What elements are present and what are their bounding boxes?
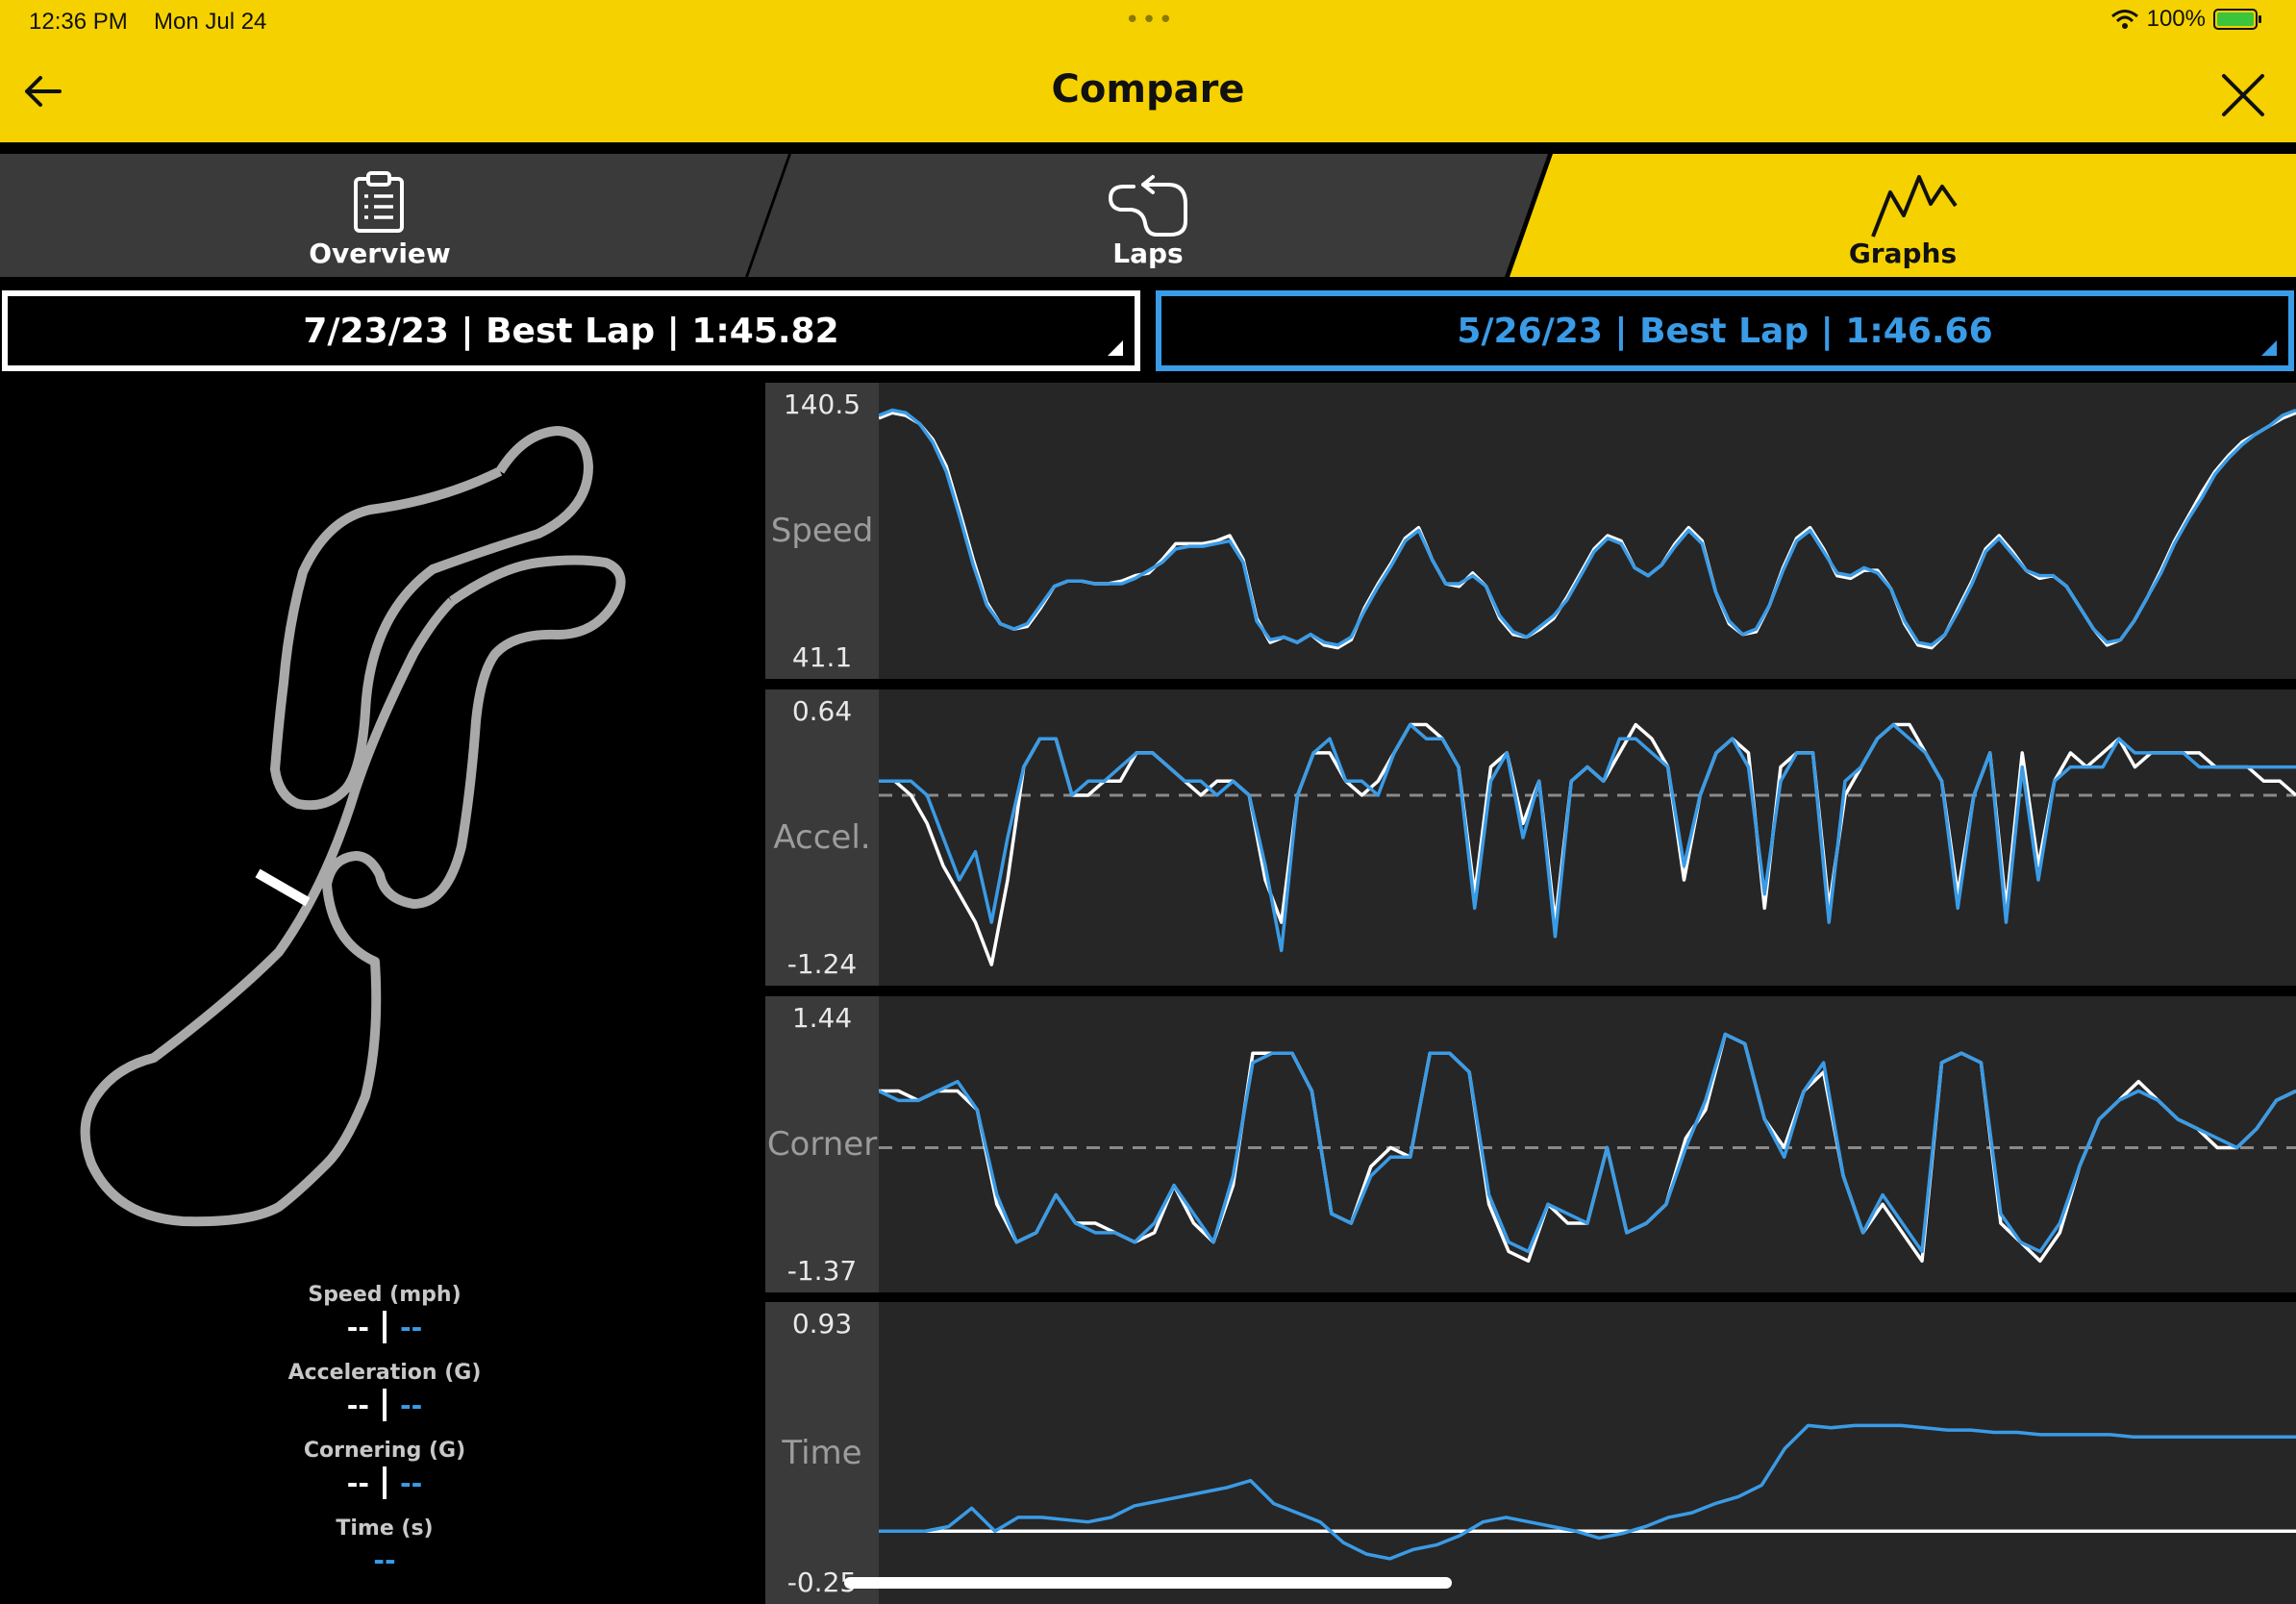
readout-speed: Speed (mph) -- -- — [154, 1283, 615, 1343]
lap-a-value: -- — [346, 1466, 369, 1499]
axis-name: Accel. — [773, 818, 871, 857]
axis-max-label: 0.64 — [791, 695, 853, 727]
axis-min-label: -1.37 — [786, 1255, 858, 1287]
lap-a-selector[interactable]: 7/23/23 | Best Lap | 1:45.82 — [2, 290, 1140, 371]
value-divider — [383, 1311, 387, 1343]
readout-acceleration: Acceleration (G) -- -- — [154, 1361, 615, 1421]
lap-b-series-line — [879, 1032, 2296, 1254]
tab-label: Graphs — [1848, 238, 1958, 269]
acceleration-graph-panel[interactable]: 0.64 Accel. -1.24 — [765, 689, 2296, 986]
app-header: 12:36 PM Mon Jul 24 ••• 100% Compare — [0, 0, 2296, 142]
lap-b-series-line — [879, 1423, 2296, 1561]
lap-loop-icon — [1108, 175, 1187, 237]
status-indicators: 100% — [2110, 6, 2261, 33]
axis-name: Speed — [770, 512, 874, 550]
readout-time: Time (s) -- — [154, 1516, 615, 1576]
tab-label: Overview — [309, 238, 451, 269]
y-axis: 0.93 Time -0.25 — [765, 1302, 879, 1604]
clipboard-icon — [354, 171, 404, 233]
page-title: Compare — [1051, 67, 1245, 112]
battery-icon — [2213, 9, 2261, 30]
lap-a-series-line — [879, 722, 2296, 966]
graph-zigzag-icon — [1871, 175, 1958, 238]
speed-plot[interactable] — [879, 383, 2296, 679]
lap-b-series-line — [879, 722, 2296, 953]
readout-cornering: Cornering (G) -- -- — [154, 1439, 615, 1499]
cursor-readouts: Speed (mph) -- -- Acceleration (G) -- --… — [154, 1283, 615, 1593]
lap-a-value: -- — [346, 1311, 369, 1343]
wifi-icon — [2110, 10, 2138, 29]
dropdown-corner-icon — [1108, 340, 1123, 356]
y-axis: 1.44 Corner -1.37 — [765, 996, 879, 1292]
lap-b-label: 5/26/23 | Best Lap | 1:46.66 — [1457, 311, 1993, 351]
readout-label: Time (s) — [336, 1516, 434, 1541]
y-axis: 0.64 Accel. -1.24 — [765, 689, 879, 986]
cornering-plot[interactable] — [879, 996, 2296, 1292]
close-icon[interactable] — [2219, 71, 2267, 119]
time-plot[interactable] — [879, 1302, 2296, 1604]
lap-b-value: -- — [400, 1389, 423, 1421]
dropdown-corner-icon — [2261, 340, 2277, 356]
start-finish-line — [255, 868, 311, 907]
time-graph-panel[interactable]: 0.93 Time -0.25 — [765, 1302, 2296, 1604]
readout-label: Cornering (G) — [303, 1439, 466, 1463]
battery-percent: 100% — [2146, 6, 2206, 32]
axis-min-label: -1.24 — [786, 948, 858, 980]
value-divider — [383, 1389, 387, 1421]
axis-name: Corner — [766, 1125, 878, 1164]
status-date: Mon Jul 24 — [154, 9, 267, 35]
tab-overview[interactable]: Overview — [0, 154, 788, 277]
lap-b-selector[interactable]: 5/26/23 | Best Lap | 1:46.66 — [1156, 290, 2294, 371]
axis-min-label: 41.1 — [791, 641, 853, 673]
tab-bar: Overview Laps Graphs — [0, 142, 2296, 279]
readout-label: Acceleration (G) — [287, 1361, 482, 1385]
track-map — [80, 426, 626, 1227]
status-time: 12:36 PM — [29, 9, 128, 35]
value-divider — [383, 1466, 387, 1499]
lap-a-value: -- — [346, 1389, 369, 1421]
axis-max-label: 0.93 — [791, 1308, 853, 1340]
acceleration-plot[interactable] — [879, 689, 2296, 986]
tab-graphs[interactable]: Graphs — [1510, 154, 2296, 277]
tab-label: Laps — [1112, 238, 1184, 269]
axis-max-label: 140.5 — [783, 388, 861, 420]
lap-b-value: -- — [400, 1311, 423, 1343]
lap-b-series-line — [879, 408, 2296, 647]
axis-name: Time — [782, 1434, 862, 1472]
lap-a-label: 7/23/23 | Best Lap | 1:45.82 — [303, 311, 839, 351]
cornering-graph-panel[interactable]: 1.44 Corner -1.37 — [765, 996, 2296, 1292]
speed-graph-panel[interactable]: 140.5 Speed 41.1 — [765, 383, 2296, 679]
home-indicator[interactable] — [844, 1577, 1452, 1589]
axis-max-label: 1.44 — [791, 1002, 853, 1034]
multitasking-dots[interactable]: ••• — [1125, 6, 1175, 35]
lap-b-value: -- — [400, 1466, 423, 1499]
tab-laps[interactable]: Laps — [748, 154, 1548, 277]
lap-b-value: -- — [373, 1544, 396, 1576]
readout-label: Speed (mph) — [308, 1283, 462, 1307]
track-outline — [80, 426, 626, 1227]
y-axis: 140.5 Speed 41.1 — [765, 383, 879, 679]
